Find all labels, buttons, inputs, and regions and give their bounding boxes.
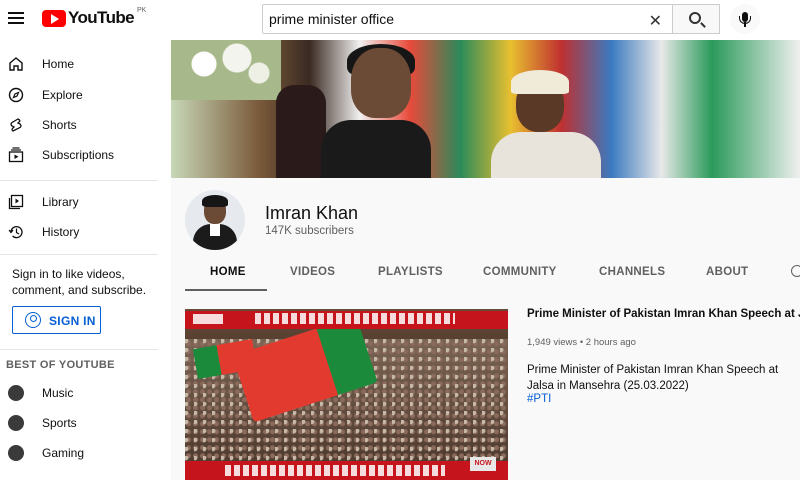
ticker-label (193, 314, 223, 324)
sidebar-item-explore[interactable]: Explore (0, 80, 171, 110)
thumbnail-news-ticker-top (185, 311, 508, 329)
trophy-icon (8, 415, 24, 431)
search-box[interactable]: ✕ (262, 4, 673, 34)
banner-person2-body (491, 132, 601, 178)
youtube-logo[interactable]: YouTube PK (42, 6, 147, 28)
home-icon (9, 57, 23, 71)
sidebar-item-label: Home (42, 57, 75, 71)
avatar-hair (202, 195, 228, 207)
signin-prompt: Sign in to like videos, comment, and sub… (12, 267, 147, 297)
channel-avatar[interactable] (185, 190, 245, 250)
history-icon (8, 226, 23, 239)
voice-search-button[interactable] (730, 4, 760, 34)
sidebar-item-label: History (42, 225, 80, 239)
shorts-icon (10, 118, 22, 132)
sidebar-item-music[interactable]: Music (0, 378, 171, 408)
sidebar-item-history[interactable]: History (0, 217, 171, 247)
sidebar-item-shorts[interactable]: Shorts (0, 110, 171, 140)
avatar-collar (210, 224, 220, 236)
tab-videos[interactable]: VIDEOS (290, 266, 335, 278)
best-of-youtube-heading: BEST OF YOUTUBE (6, 359, 115, 371)
logo-text: YouTube (68, 8, 135, 27)
tab-community[interactable]: COMMUNITY (483, 266, 557, 278)
divider (0, 254, 158, 255)
compass-icon (8, 87, 24, 103)
tab-home[interactable]: HOME (210, 266, 246, 278)
featured-video-description: Prime Minister of Pakistan Imran Khan Sp… (527, 364, 779, 392)
mic-icon-stem (744, 22, 746, 27)
signin-label: SIGN IN (49, 314, 96, 328)
view-count: 1,949 views (527, 337, 578, 348)
featured-video-thumbnail[interactable]: NOW (185, 309, 508, 480)
clear-search-icon[interactable]: ✕ (649, 11, 662, 31)
sidebar-item-label: Gaming (42, 446, 85, 460)
sidebar-item-label: Subscriptions (42, 148, 115, 162)
menu-icon[interactable] (8, 9, 24, 25)
subscriber-count: 147K subscribers (265, 225, 354, 237)
sidebar: Home Explore Shorts Subscriptions Librar… (0, 40, 171, 480)
channel-tabs: HOME VIDEOS PLAYLISTS COMMUNITY CHANNELS… (171, 258, 800, 291)
sidebar-item-label: Shorts (42, 118, 77, 132)
sidebar-item-label: Explore (42, 88, 83, 102)
channel-home-content: NOW Prime Minister of Pakistan Imran Kha… (171, 291, 800, 480)
account-icon (25, 312, 41, 328)
channel-header: Imran Khan 147K subscribers HOME VIDEOS … (171, 178, 800, 291)
ticker-text (255, 313, 455, 324)
tab-channels[interactable]: CHANNELS (599, 266, 665, 278)
sidebar-item-home[interactable]: Home (0, 49, 171, 79)
news-channel-badge: NOW (470, 457, 496, 471)
banner-chair (276, 85, 326, 178)
banner-person-head (351, 48, 411, 118)
signin-button[interactable]: SIGN IN (12, 306, 101, 334)
search-input[interactable] (269, 11, 639, 27)
sidebar-item-sports[interactable]: Sports (0, 408, 171, 438)
ticker-text (225, 465, 445, 476)
banner-flowers (171, 40, 281, 100)
channel-search-icon[interactable] (791, 265, 800, 277)
featured-video-meta: 1,949 views • 2 hours ago (527, 337, 636, 348)
upload-age: 2 hours ago (585, 337, 636, 348)
sidebar-item-label: Sports (42, 416, 77, 430)
gaming-icon (8, 445, 24, 461)
divider (0, 180, 158, 181)
tab-playlists[interactable]: PLAYLISTS (378, 266, 443, 278)
music-icon (8, 385, 24, 401)
subscriptions-icon (8, 147, 24, 163)
sidebar-item-library[interactable]: Library (0, 187, 171, 217)
channel-banner (171, 40, 800, 178)
thumbnail-news-ticker-bottom (185, 461, 508, 480)
play-logo-icon (42, 9, 66, 27)
search-icon (689, 12, 701, 24)
banner-person-body (321, 120, 431, 178)
featured-video-title[interactable]: Prime Minister of Pakistan Imran Khan Sp… (527, 308, 800, 320)
sidebar-item-label: Music (42, 386, 74, 400)
country-code: PK (137, 6, 147, 14)
sidebar-item-subscriptions[interactable]: Subscriptions (0, 140, 171, 170)
banner-person2-cap (511, 70, 569, 94)
divider (0, 349, 158, 350)
library-icon (8, 194, 24, 210)
hashtag-link[interactable]: #PTI (527, 393, 551, 405)
sidebar-item-gaming[interactable]: Gaming (0, 438, 171, 468)
tab-about[interactable]: ABOUT (706, 266, 748, 278)
search-button[interactable] (673, 4, 720, 34)
channel-name: Imran Khan (265, 203, 359, 223)
masthead: YouTube PK ✕ (0, 0, 800, 40)
sidebar-item-label: Library (42, 195, 79, 209)
